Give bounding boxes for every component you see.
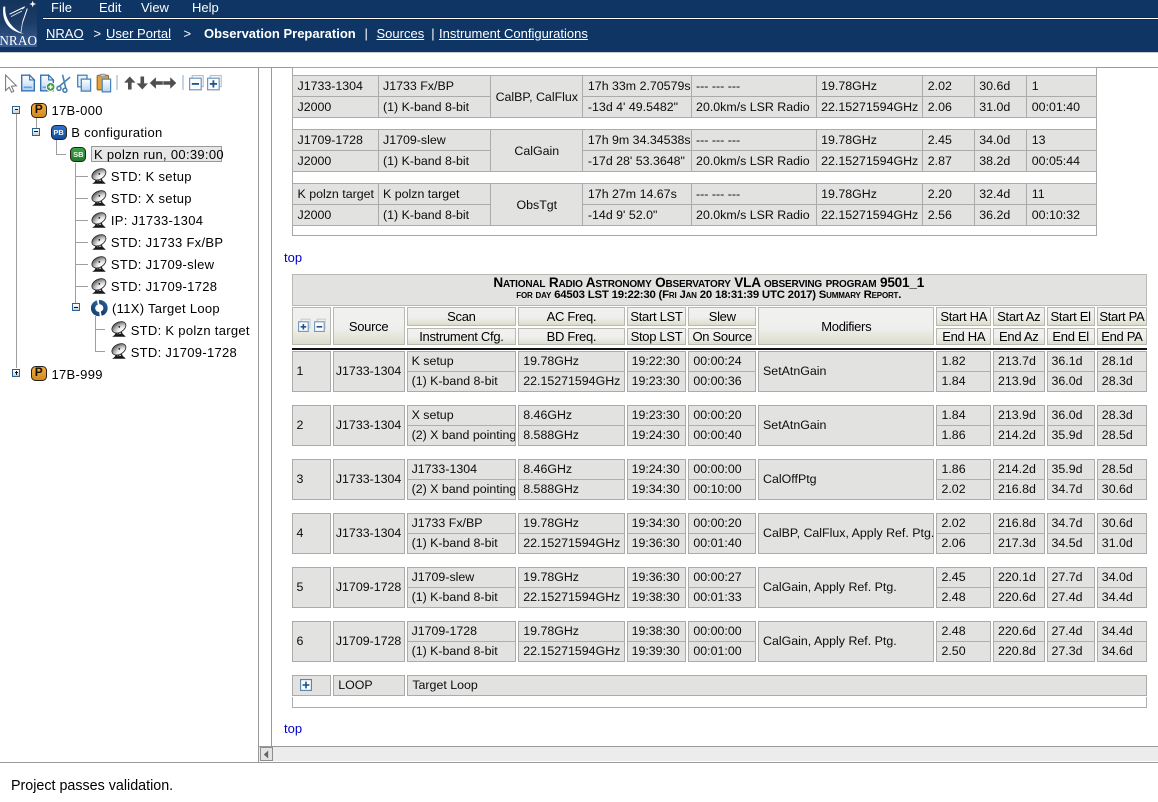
svg-text:NRAO: NRAO xyxy=(0,33,37,47)
